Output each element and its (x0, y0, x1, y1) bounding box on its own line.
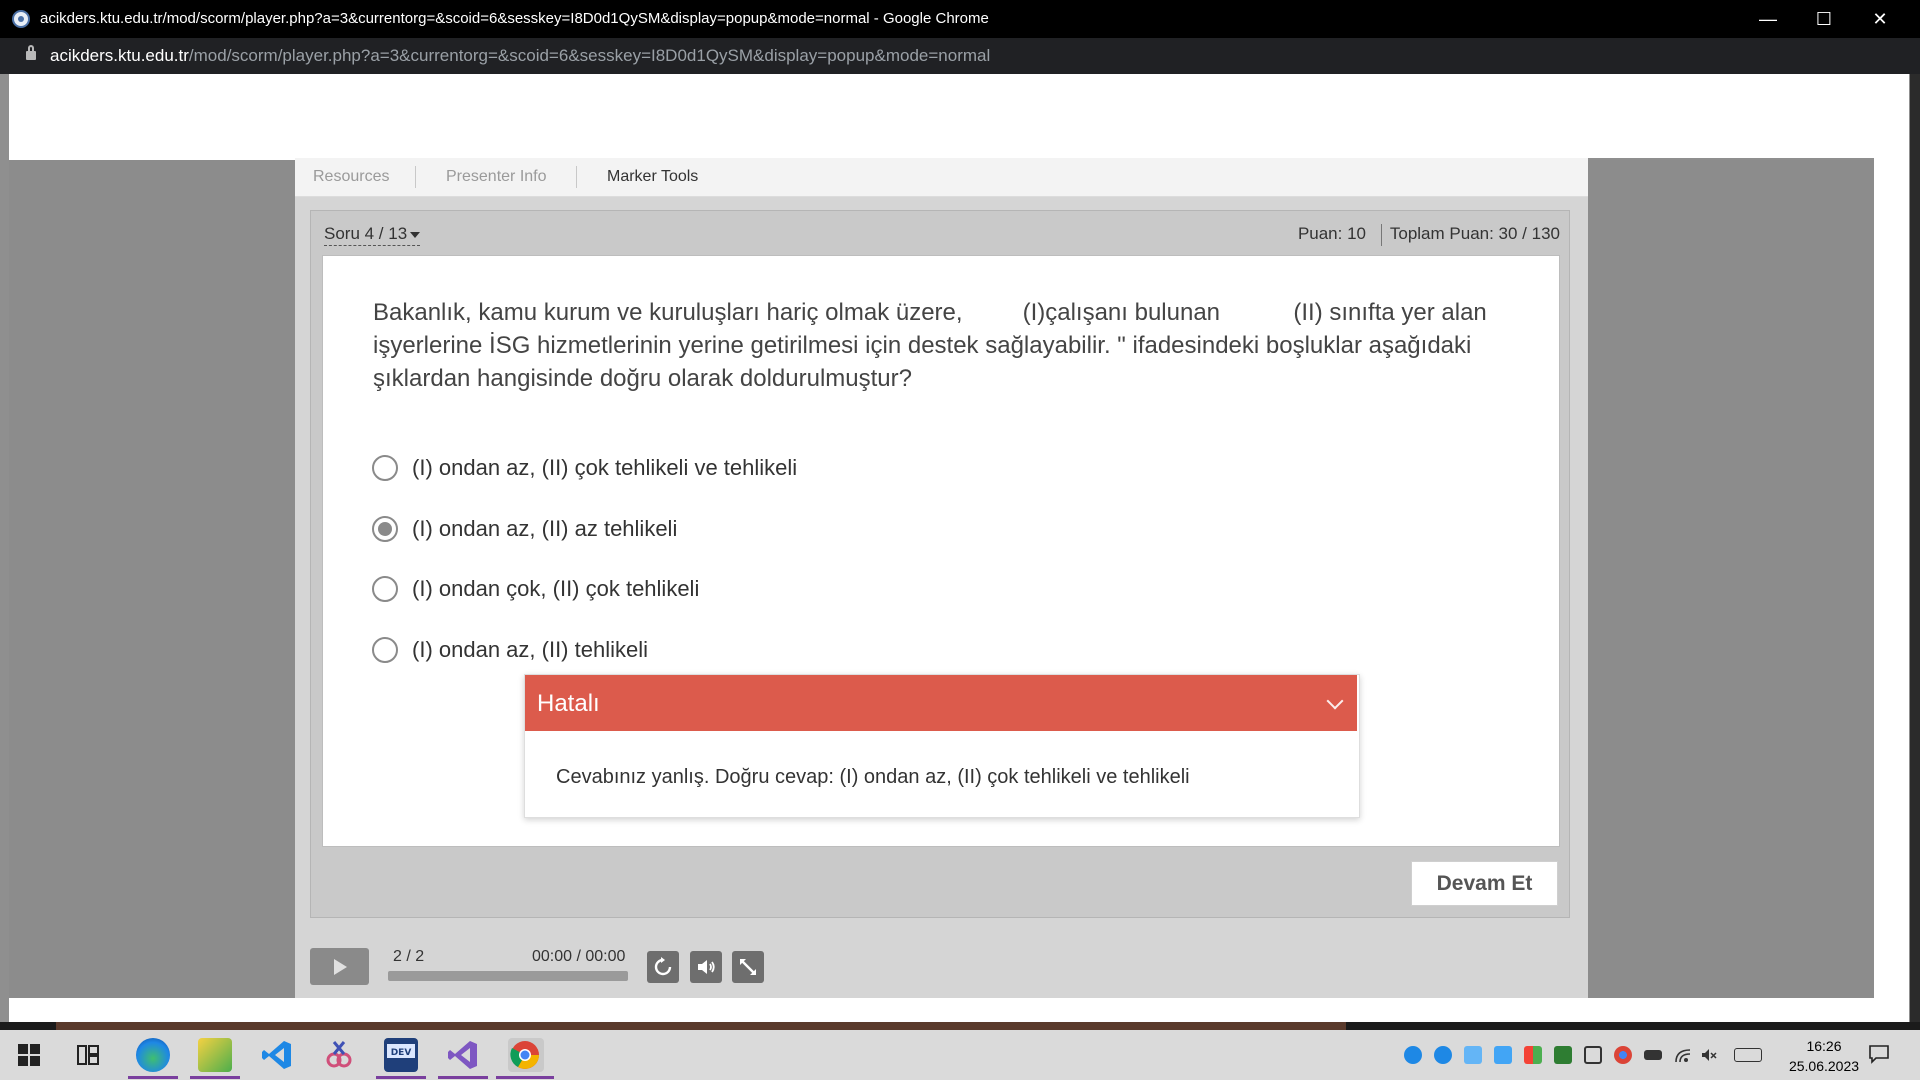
edge-browser-icon[interactable] (136, 1038, 170, 1072)
window-title: acikders.ktu.edu.tr/mod/scorm/player.php… (40, 10, 989, 27)
chrome-browser-icon[interactable] (508, 1038, 544, 1072)
seek-bar[interactable] (388, 971, 628, 981)
player-left-backdrop (9, 160, 295, 998)
close-window-button[interactable]: ✕ (1852, 0, 1908, 38)
edge-dev-tray-icon[interactable] (1434, 1046, 1452, 1064)
notifications-icon[interactable] (1868, 1044, 1890, 1064)
site-favicon-icon (12, 10, 30, 28)
lock-icon (26, 45, 36, 60)
taskbar-active-indicator (190, 1076, 240, 1079)
answer-option[interactable]: (I) ondan çok, (II) çok tehlikeli (372, 573, 699, 605)
maximize-button[interactable]: ☐ (1796, 0, 1852, 38)
background-window-strip (56, 1022, 1346, 1030)
player-control-bar (295, 934, 1588, 998)
feedback-title: Hatalı (537, 690, 600, 717)
onedrive-tray-icon[interactable] (1494, 1046, 1512, 1064)
answer-option-label: (I) ondan az, (II) az tehlikeli (412, 516, 678, 541)
player-right-backdrop (1588, 160, 1874, 998)
page-bottom-margin (9, 998, 1909, 1022)
play-button[interactable] (310, 948, 369, 985)
continue-button[interactable]: Devam Et (1411, 861, 1558, 906)
taskbar-active-indicator (376, 1076, 426, 1079)
answer-option-label: (I) ondan çok, (II) çok tehlikeli (412, 576, 700, 601)
page-right-margin (1874, 158, 1909, 1022)
feedback-message: Cevabınız yanlış. Doğru cevap: (I) ondan… (556, 766, 1190, 788)
radio-button[interactable] (372, 637, 398, 663)
tab-resources[interactable]: Resources (313, 168, 389, 186)
playback-timer: 00:00 / 00:00 (532, 948, 626, 965)
page-header-area (9, 74, 1909, 158)
answer-option-selected[interactable]: (I) ondan az, (II) az tehlikeli (372, 513, 677, 545)
answer-option-label: (I) ondan az, (II) çok tehlikeli ve tehl… (412, 455, 798, 480)
devcpp-icon[interactable]: DEV (384, 1038, 418, 1072)
battery-icon[interactable] (1644, 1050, 1662, 1060)
keyboard-icon[interactable] (1734, 1048, 1762, 1062)
question-nav-dropdown[interactable]: Soru 4 / 13 (324, 224, 421, 246)
speaker-icon (698, 960, 715, 974)
wifi-icon[interactable] (1674, 1046, 1692, 1064)
question-header: Soru 4 / 13 Puan: 10 Toplam Puan: 30 / 1… (324, 222, 1560, 252)
player-tab-bar: Resources Presenter Info Marker Tools (295, 158, 1588, 197)
question-score: Puan: 10 (1297, 224, 1366, 243)
url-path: /mod/scorm/player.php?a=3&currentorg=&sc… (188, 46, 991, 65)
clock-time: 16:26 (1806, 1038, 1842, 1054)
task-view-icon[interactable] (76, 1044, 100, 1066)
system-clock[interactable]: 16:26 25.06.2023 (1774, 1036, 1874, 1076)
device-tray-icon[interactable] (1584, 1046, 1602, 1064)
score-divider (1381, 224, 1382, 246)
tab-divider (415, 166, 416, 188)
slide-counter: 2 / 2 (393, 948, 425, 965)
speaker-muted-icon[interactable] (1700, 1046, 1718, 1064)
answer-option[interactable]: (I) ondan az, (II) tehlikeli (372, 634, 648, 666)
clock-date: 25.06.2023 (1788, 1058, 1860, 1074)
chrome-tray-icon[interactable] (1614, 1046, 1632, 1064)
volume-button[interactable] (690, 951, 722, 983)
tab-marker-tools[interactable]: Marker Tools (607, 168, 698, 186)
radio-button[interactable] (372, 576, 398, 602)
windows-start-icon[interactable] (18, 1044, 40, 1066)
vscode-icon[interactable] (260, 1038, 294, 1072)
taskbar-active-indicator (128, 1076, 178, 1079)
answer-option-label: (I) ondan az, (II) tehlikeli (412, 637, 648, 662)
feedback-header[interactable]: Hatalı (525, 675, 1357, 731)
security-shield-icon[interactable] (1554, 1046, 1572, 1064)
taskbar-active-indicator (438, 1076, 488, 1079)
address-bar[interactable]: acikders.ktu.edu.tr/mod/scorm/player.php… (0, 38, 1920, 74)
expand-icon (740, 959, 756, 975)
app-tray-icon[interactable] (1524, 1046, 1542, 1064)
tab-divider (576, 166, 577, 188)
question-nav-label: Soru 4 / 13 (324, 224, 408, 243)
svg-text:DEV: DEV (391, 1048, 412, 1058)
replay-button[interactable] (647, 951, 679, 983)
snipping-tool-icon[interactable] (322, 1038, 356, 1072)
chevron-down-icon[interactable] (1326, 692, 1344, 710)
replay-icon (654, 957, 672, 976)
edge-tray-icon[interactable] (1404, 1046, 1422, 1064)
radio-button-selected[interactable] (372, 516, 398, 542)
total-score: Toplam Puan: 30 / 130 (1389, 224, 1560, 243)
url-host: acikders.ktu.edu.tr (50, 46, 189, 65)
caret-down-icon (410, 231, 421, 238)
browser-title-bar: acikders.ktu.edu.tr/mod/scorm/player.php… (0, 0, 1920, 38)
tab-presenter-info[interactable]: Presenter Info (446, 168, 547, 186)
visual-studio-icon[interactable] (446, 1038, 480, 1072)
fullscreen-button[interactable] (732, 951, 764, 983)
radio-button[interactable] (372, 455, 398, 481)
answer-option[interactable]: (I) ondan az, (II) çok tehlikeli ve tehl… (372, 452, 797, 484)
taskbar-active-indicator (496, 1076, 554, 1079)
question-text: Bakanlık, kamu kurum ve kuruluşları hari… (373, 299, 1494, 392)
feedback-hub-tray-icon[interactable] (1464, 1046, 1482, 1064)
python-tool-icon[interactable] (198, 1038, 232, 1072)
minimize-button[interactable]: — (1740, 0, 1796, 38)
url-text[interactable]: acikders.ktu.edu.tr/mod/scorm/player.php… (50, 46, 990, 66)
window-edge (1910, 74, 1920, 1022)
